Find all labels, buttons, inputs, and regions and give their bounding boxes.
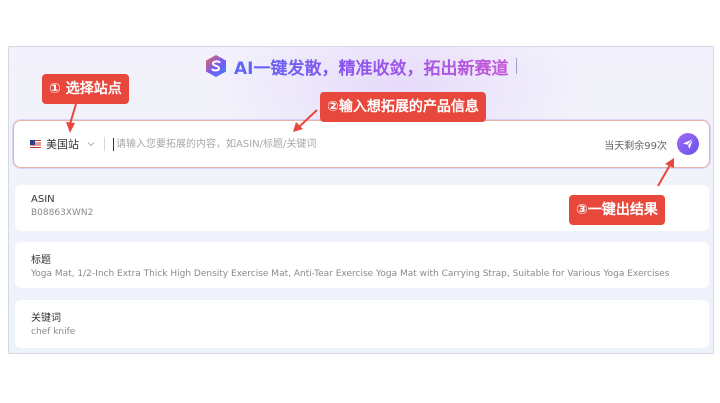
callout-select-site: ① 选择站点 <box>42 74 129 104</box>
title-cursor <box>516 58 518 74</box>
chevron-down-icon <box>87 142 95 147</box>
example-label: 标题 <box>31 255 51 266</box>
example-label: 关键词 <box>31 313 61 324</box>
brand-s-logo-icon <box>206 55 226 77</box>
example-card-title[interactable]: 标题 Yoga Mat, 1/2-Inch Extra Thick High D… <box>15 242 709 288</box>
submit-button[interactable] <box>677 133 699 155</box>
example-value: chef knife <box>31 327 76 337</box>
us-flag-icon <box>30 140 41 148</box>
page-header: AI一键发散，精准收敛，拓出新赛道 <box>204 52 518 80</box>
callout-one-click-result: ③一键出结果 <box>569 195 665 225</box>
divider <box>104 137 105 151</box>
site-label: 美国站 <box>46 138 79 151</box>
callout-enter-product: ②输入想拓展的产品信息 <box>320 92 486 122</box>
example-value: Yoga Mat, 1/2-Inch Extra Thick High Dens… <box>31 269 670 279</box>
paper-plane-icon <box>683 138 694 149</box>
search-input[interactable] <box>114 137 548 151</box>
remaining-count: 当天剩余99次 <box>604 140 667 152</box>
page-title: AI一键发散，精准收敛，拓出新赛道 <box>234 54 508 79</box>
site-selector[interactable]: 美国站 <box>30 136 96 152</box>
search-bar: 美国站 当天剩余99次 <box>13 120 710 168</box>
example-card-keyword[interactable]: 关键词 chef knife <box>15 300 709 348</box>
